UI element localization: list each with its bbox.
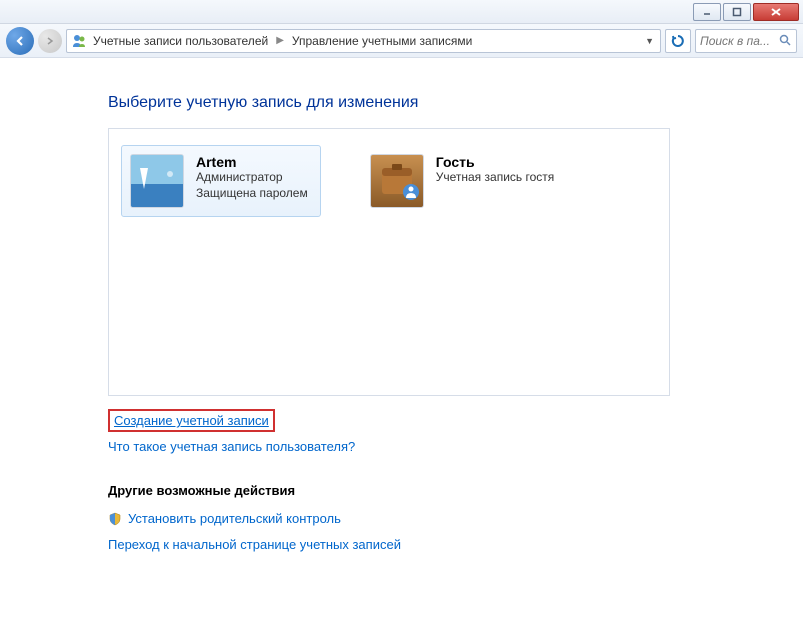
- search-box[interactable]: [695, 29, 797, 53]
- search-input[interactable]: [700, 34, 770, 48]
- account-info: Artem Администратор Защищена паролем: [196, 154, 308, 201]
- account-picture: [370, 154, 424, 208]
- minimize-button[interactable]: [693, 3, 721, 21]
- account-status: Защищена паролем: [196, 186, 308, 202]
- breadcrumb-level1[interactable]: Учетные записи пользователей: [93, 34, 268, 48]
- shield-icon: [108, 512, 122, 526]
- close-button[interactable]: [753, 3, 799, 21]
- account-name: Artem: [196, 154, 308, 170]
- breadcrumb-separator-icon: ▶: [274, 35, 286, 46]
- account-picture: [130, 154, 184, 208]
- breadcrumb-level2[interactable]: Управление учетными записями: [292, 34, 472, 48]
- account-role: Учетная запись гостя: [436, 170, 555, 186]
- page-heading: Выберите учетную запись для изменения: [108, 94, 803, 112]
- forward-button: [38, 29, 62, 53]
- other-actions-label: Другие возможные действия: [108, 478, 803, 504]
- navigation-bar: Учетные записи пользователей ▶ Управлени…: [0, 24, 803, 58]
- account-name: Гость: [436, 154, 555, 170]
- account-role: Администратор: [196, 170, 308, 186]
- users-icon: [71, 33, 87, 49]
- parental-control-link[interactable]: Установить родительский контроль: [128, 506, 341, 532]
- account-info: Гость Учетная запись гостя: [436, 154, 555, 186]
- search-icon: [779, 34, 792, 47]
- address-bar[interactable]: Учетные записи пользователей ▶ Управлени…: [66, 29, 661, 53]
- goto-home-link[interactable]: Переход к начальной странице учетных зап…: [108, 537, 401, 552]
- content-area: Выберите учетную запись для изменения Ar…: [0, 58, 803, 558]
- refresh-button[interactable]: [665, 29, 691, 53]
- maximize-button[interactable]: [723, 3, 751, 21]
- address-dropdown-icon[interactable]: ▼: [645, 36, 656, 46]
- accounts-list: Artem Администратор Защищена паролем Гос…: [108, 128, 670, 396]
- window-titlebar: [0, 0, 803, 24]
- account-tile-guest[interactable]: Гость Учетная запись гостя: [361, 145, 568, 217]
- create-account-link[interactable]: Создание учетной записи: [108, 409, 275, 432]
- account-tile-artem[interactable]: Artem Администратор Защищена паролем: [121, 145, 321, 217]
- what-is-account-link[interactable]: Что такое учетная запись пользователя?: [108, 439, 355, 454]
- back-button[interactable]: [6, 27, 34, 55]
- links-area: Создание учетной записи Что такое учетна…: [108, 408, 803, 558]
